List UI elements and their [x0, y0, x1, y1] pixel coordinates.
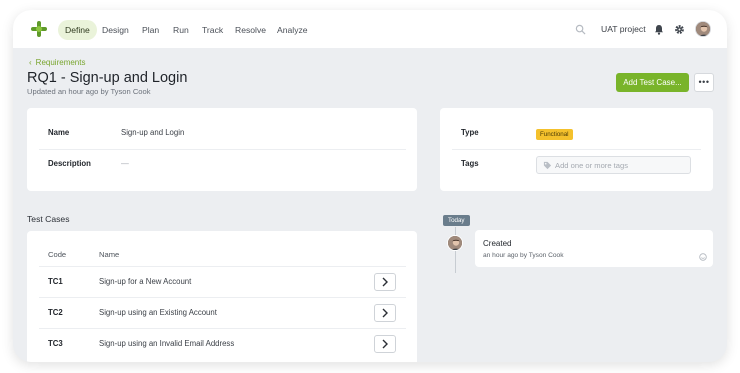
tags-input[interactable]	[555, 159, 685, 172]
emoji-reaction-icon[interactable]	[699, 253, 707, 261]
page-subtitle: Updated an hour ago by Tyson Cook	[27, 87, 151, 96]
user-avatar[interactable]	[695, 21, 711, 37]
open-test-case-button[interactable]	[374, 335, 396, 353]
bell-icon[interactable]	[654, 24, 664, 35]
nav-item-design[interactable]: Design	[95, 20, 136, 40]
timeline-date-badge: Today	[443, 215, 470, 226]
table-divider	[39, 297, 406, 298]
chevron-right-icon	[382, 339, 388, 349]
nav-item-plan[interactable]: Plan	[135, 20, 166, 40]
open-test-case-button[interactable]	[374, 273, 396, 291]
test-case-name[interactable]: Sign-up for a New Account	[99, 277, 191, 286]
test-case-name[interactable]: Sign-up using an Invalid Email Address	[99, 339, 234, 348]
search-icon[interactable]	[575, 24, 586, 35]
activity-avatar	[447, 235, 463, 251]
type-label: Type	[461, 128, 479, 137]
test-case-code: TC3	[48, 339, 63, 348]
tag-icon	[543, 161, 552, 170]
avatar-image	[696, 22, 710, 36]
requirement-meta-card: Type Functional Tags	[440, 108, 713, 191]
gear-icon[interactable]	[674, 24, 685, 35]
project-selector[interactable]: UAT project	[601, 24, 646, 34]
add-test-case-button[interactable]: Add Test Case...	[616, 73, 689, 92]
table-divider	[39, 266, 406, 267]
column-header-code[interactable]: Code	[48, 250, 66, 259]
more-options-button[interactable]: •••	[694, 73, 714, 92]
test-case-code: TC2	[48, 308, 63, 317]
breadcrumb-label: Requirements	[35, 58, 86, 67]
avatar-image	[448, 236, 462, 250]
nav-item-define[interactable]: Define	[58, 20, 97, 40]
activity-title: Created	[483, 239, 512, 248]
nav-item-analyze[interactable]: Analyze	[270, 20, 315, 40]
top-nav: Define Design Plan Run Track Resolve Ana…	[13, 10, 727, 48]
field-divider	[452, 149, 701, 150]
test-cases-heading: Test Cases	[27, 214, 70, 224]
open-test-case-button[interactable]	[374, 304, 396, 322]
column-header-name[interactable]: Name	[99, 250, 119, 259]
test-cases-table: Code Name TC1 Sign-up for a New Account …	[27, 231, 417, 362]
name-value[interactable]: Sign-up and Login	[121, 128, 184, 137]
breadcrumb-back-link[interactable]: ‹ Requirements	[29, 58, 85, 67]
test-case-name[interactable]: Sign-up using an Existing Account	[99, 308, 217, 317]
test-case-code: TC1	[48, 277, 63, 286]
page-title: RQ1 - Sign-up and Login	[27, 70, 188, 86]
nav-item-run[interactable]: Run	[166, 20, 196, 40]
table-divider	[39, 328, 406, 329]
activity-card: Created an hour ago by Tyson Cook	[475, 230, 713, 267]
chevron-left-icon: ‹	[29, 58, 32, 67]
description-label: Description	[48, 159, 91, 168]
type-badge[interactable]: Functional	[536, 129, 573, 140]
field-divider	[39, 149, 406, 150]
nav-item-resolve[interactable]: Resolve	[228, 20, 273, 40]
tags-label: Tags	[461, 159, 479, 168]
activity-subtitle: an hour ago by Tyson Cook	[483, 252, 564, 259]
chevron-right-icon	[382, 277, 388, 287]
tags-field[interactable]	[536, 156, 691, 174]
requirement-details-card: Name Sign-up and Login Description —	[27, 108, 417, 191]
app-logo-icon[interactable]	[30, 20, 48, 38]
nav-item-track[interactable]: Track	[195, 20, 230, 40]
name-label: Name	[48, 128, 70, 137]
app-window: Define Design Plan Run Track Resolve Ana…	[13, 10, 727, 362]
description-value[interactable]: —	[121, 159, 129, 168]
chevron-right-icon	[382, 308, 388, 318]
